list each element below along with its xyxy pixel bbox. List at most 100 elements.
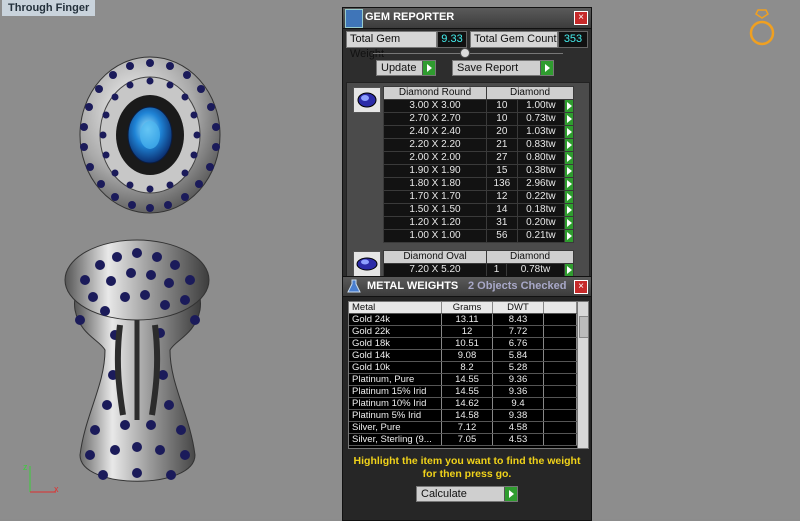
metal-dwt: 9.36 [492, 385, 544, 398]
table-row[interactable]: 1.20 X 1.20 31 0.20tw [383, 216, 574, 230]
metal-grams: 7.05 [441, 433, 493, 446]
row-spacer [543, 373, 577, 386]
metal-grams: 10.51 [441, 337, 493, 350]
row-go-arrow-icon[interactable] [564, 99, 574, 113]
slider-handle[interactable] [460, 48, 470, 58]
table-row[interactable]: 1.00 X 1.00 56 0.21tw [383, 229, 574, 243]
metal-weights-titlebar[interactable]: METAL WEIGHTS 2 Objects Checked × [343, 277, 591, 297]
metal-grams: 14.58 [441, 409, 493, 422]
table-row[interactable]: Gold 14k 9.08 5.84 [349, 349, 577, 362]
calculate-button-label: Calculate [421, 488, 467, 500]
table-row[interactable]: 2.20 X 2.20 21 0.83tw [383, 138, 574, 152]
table-row[interactable]: 1.70 X 1.70 12 0.22tw [383, 190, 574, 204]
row-go-arrow-icon[interactable] [564, 125, 574, 139]
row-go-arrow-icon[interactable] [564, 138, 574, 152]
col-dwt-header[interactable]: DWT [492, 302, 544, 314]
gem-weight: 0.80tw [516, 151, 566, 165]
gem-size: 1.50 X 1.50 [383, 203, 487, 217]
row-go-arrow-icon[interactable] [564, 190, 574, 204]
ring-model-side-view[interactable] [45, 225, 230, 500]
metal-weights-list[interactable]: Metal Grams DWT Gold 24k 13.11 8.43 Gold 2… [348, 301, 589, 449]
play-arrow-icon [504, 487, 517, 501]
table-row[interactable]: 2.70 X 2.70 10 0.73tw [383, 112, 574, 126]
table-row[interactable]: 1.90 X 1.90 15 0.38tw [383, 164, 574, 178]
table-row[interactable]: Silver, Sterling (9... 7.05 4.53 [349, 433, 577, 446]
gem-reporter-titlebar[interactable]: GEM REPORTER × [343, 8, 591, 29]
table-row[interactable]: Platinum 10% Irid 14.62 9.4 [349, 397, 577, 410]
flask-icon [347, 279, 361, 293]
row-go-arrow-icon[interactable] [564, 229, 574, 243]
calculate-button[interactable]: Calculate [416, 486, 518, 502]
gem-weight: 0.38tw [516, 164, 566, 178]
table-row[interactable]: 1.80 X 1.80 136 2.96tw [383, 177, 574, 191]
row-go-arrow-icon[interactable] [564, 177, 574, 191]
row-go-arrow-icon[interactable] [564, 203, 574, 217]
oval-gem-thumbnail [353, 251, 381, 277]
gem-count: 20 [486, 125, 518, 139]
gem-reporter-panel: GEM REPORTER × Total Gem Weight 9.33 Tot… [342, 7, 592, 279]
table-row[interactable]: Gold 10k 8.2 5.28 [349, 361, 577, 374]
scrollbar-thumb[interactable] [579, 316, 588, 338]
row-spacer [543, 421, 577, 434]
table-row[interactable]: Platinum, Pure 14.55 9.36 [349, 373, 577, 386]
metal-weights-title: METAL WEIGHTS [367, 280, 459, 292]
metal-dwt: 8.43 [492, 313, 544, 326]
row-spacer [543, 397, 577, 410]
gem-size: 2.70 X 2.70 [383, 112, 487, 126]
table-row[interactable]: Silver, Pure 7.12 4.58 [349, 421, 577, 434]
col-metal-header[interactable]: Metal [349, 302, 442, 314]
vertical-scrollbar[interactable] [577, 302, 588, 448]
gem-weight: 1.03tw [516, 125, 566, 139]
row-go-arrow-icon[interactable] [564, 164, 574, 178]
table-row[interactable]: Gold 22k 12 7.72 [349, 325, 577, 338]
table-row[interactable]: Platinum 5% Irid 14.58 9.38 [349, 409, 577, 422]
metal-name: Gold 10k [349, 361, 442, 374]
objects-checked-status: 2 Objects Checked [468, 280, 567, 292]
row-go-arrow-icon[interactable] [564, 151, 574, 165]
ring-icon[interactable] [747, 8, 777, 50]
gem-size: 7.20 X 5.20 [383, 263, 487, 277]
gem-weight: 0.73tw [516, 112, 566, 126]
round-gem-table: Diamond Round Diamond 3.00 X 3.00 10 1.00t… [383, 86, 574, 243]
row-go-arrow-icon[interactable] [564, 216, 574, 230]
gem-size: 2.40 X 2.40 [383, 125, 487, 139]
row-go-arrow-icon[interactable] [564, 112, 574, 126]
metal-name: Silver, Pure [349, 421, 442, 434]
metal-dwt: 5.84 [492, 349, 544, 362]
table-row[interactable]: 3.00 X 3.00 10 1.00tw [383, 99, 574, 113]
ring-model-top-view[interactable] [75, 55, 225, 215]
table-row[interactable]: 1.50 X 1.50 14 0.18tw [383, 203, 574, 217]
viewport-label[interactable]: Through Finger [2, 0, 96, 16]
metal-grams: 14.62 [441, 397, 493, 410]
table-row[interactable]: 7.20 X 5.20 1 0.78tw [383, 263, 574, 277]
gem-weight: 0.20tw [516, 216, 566, 230]
gem-size: 1.20 X 1.20 [383, 216, 487, 230]
gem-count: 15 [486, 164, 518, 178]
table-row[interactable]: Platinum 15% Irid 14.55 9.36 [349, 385, 577, 398]
metal-weights-panel: METAL WEIGHTS 2 Objects Checked × Metal … [342, 276, 592, 521]
axis-x-label: x [54, 484, 59, 494]
update-button[interactable]: Update [376, 60, 436, 76]
oval-gem-header: Diamond Oval Diamond [383, 250, 574, 264]
gem-count: 12 [486, 190, 518, 204]
gem-weight: 2.96tw [516, 177, 566, 191]
gem-size: 1.80 X 1.80 [383, 177, 487, 191]
table-row[interactable]: 2.40 X 2.40 20 1.03tw [383, 125, 574, 139]
metal-name: Platinum, Pure [349, 373, 442, 386]
table-row[interactable]: Gold 18k 10.51 6.76 [349, 337, 577, 350]
gem-size: 2.00 X 2.00 [383, 151, 487, 165]
oval-shape-header: Diamond Oval [383, 250, 487, 264]
save-report-button[interactable]: Save Report [452, 60, 554, 76]
metal-name: Silver, Sterling (9... [349, 433, 442, 446]
row-go-arrow-icon[interactable] [564, 263, 574, 277]
gem-weight: 0.83tw [516, 138, 566, 152]
close-icon[interactable]: × [574, 11, 588, 25]
gem-count: 10 [486, 112, 518, 126]
table-row[interactable]: Gold 24k 13.11 8.43 [349, 313, 577, 326]
metal-grams: 8.2 [441, 361, 493, 374]
row-spacer [543, 325, 577, 338]
table-row[interactable]: 2.00 X 2.00 27 0.80tw [383, 151, 574, 165]
metal-dwt: 4.53 [492, 433, 544, 446]
close-icon[interactable]: × [574, 280, 588, 294]
col-grams-header[interactable]: Grams [441, 302, 493, 314]
